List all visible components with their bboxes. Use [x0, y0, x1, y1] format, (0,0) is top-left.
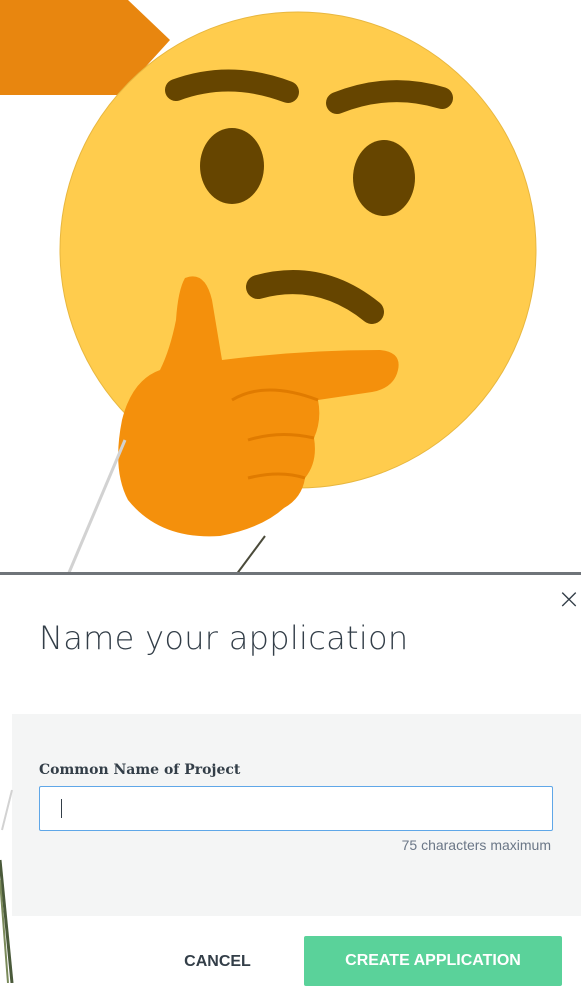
cancel-button[interactable]: CANCEL	[165, 943, 270, 981]
left-eyebrow	[165, 69, 299, 103]
text-caret	[61, 799, 62, 818]
project-name-input[interactable]	[39, 786, 553, 831]
right-eye	[353, 140, 415, 216]
close-icon[interactable]: ×	[557, 585, 581, 613]
dialog-title: Name your application	[39, 619, 409, 657]
char-limit-hint: 75 characters maximum	[401, 837, 551, 853]
form-panel: Common Name of Project 75 characters max…	[12, 714, 581, 916]
create-application-button[interactable]: CREATE APPLICATION	[304, 936, 562, 986]
project-name-label: Common Name of Project	[39, 762, 241, 778]
thinking-face-emoji-image	[0, 0, 581, 575]
left-eye	[200, 128, 264, 204]
name-application-dialog: × Name your application Common Name of P…	[0, 575, 581, 986]
right-eyebrow	[326, 80, 453, 114]
